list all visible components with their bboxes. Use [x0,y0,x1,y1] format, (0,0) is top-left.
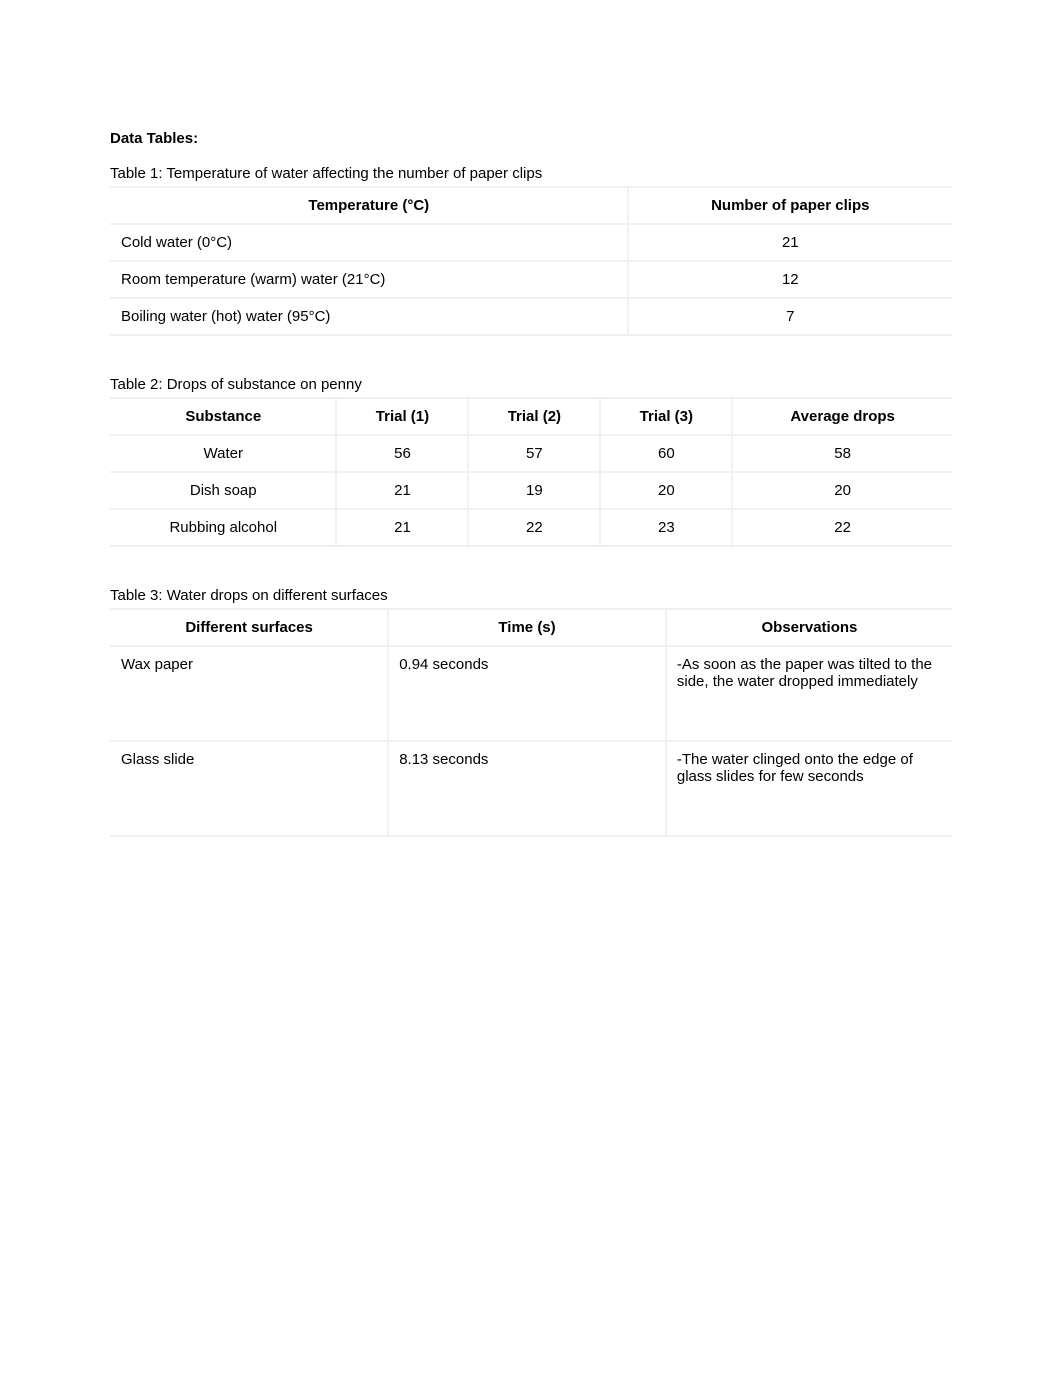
table-row: Rubbing alcohol 21 22 23 22 [111,509,953,546]
table3-cell-observation: -The water clinged onto the edge of glas… [666,741,952,836]
table2-cell: Rubbing alcohol [111,509,337,546]
table2-caption: Table 2: Drops of substance on penny [110,376,952,393]
table2-header-row: Substance Trial (1) Trial (2) Trial (3) … [111,398,953,435]
table1-header-temperature: Temperature (°C) [111,187,628,224]
table2-header-trial1: Trial (1) [336,398,468,435]
table3-header-time: Time (s) [388,609,666,646]
table1-header-row: Temperature (°C) Number of paper clips [111,187,953,224]
table-row: Glass slide 8.13 seconds -The water clin… [111,741,953,836]
table1-cell-label: Cold water (0°C) [111,224,628,261]
table2-cell: 22 [468,509,600,546]
table-row: Cold water (0°C) 21 [111,224,953,261]
table2-cell: Water [111,435,337,472]
table1: Temperature (°C) Number of paper clips C… [110,186,952,336]
table2-header-average: Average drops [732,398,952,435]
table2: Substance Trial (1) Trial (2) Trial (3) … [110,397,952,547]
table2-cell: 19 [468,472,600,509]
table3-cell-surface: Wax paper [111,646,389,741]
table1-caption: Table 1: Temperature of water affecting … [110,165,952,182]
table3-cell-surface: Glass slide [111,741,389,836]
table2-cell: 56 [336,435,468,472]
table3-header-surfaces: Different surfaces [111,609,389,646]
table2-header-substance: Substance [111,398,337,435]
table-row: Water 56 57 60 58 [111,435,953,472]
table2-cell: 20 [732,472,952,509]
table1-cell-value: 7 [628,298,952,335]
table2-cell: 57 [468,435,600,472]
table-row: Boiling water (hot) water (95°C) 7 [111,298,953,335]
table1-cell-label: Room temperature (warm) water (21°C) [111,261,628,298]
table1-cell-value: 21 [628,224,952,261]
table3-cell-observation: -As soon as the paper was tilted to the … [666,646,952,741]
table2-header-trial2: Trial (2) [468,398,600,435]
table2-cell: 23 [600,509,732,546]
table2-header-trial3: Trial (3) [600,398,732,435]
table2-cell: 58 [732,435,952,472]
table3-header-row: Different surfaces Time (s) Observations [111,609,953,646]
table3: Different surfaces Time (s) Observations… [110,608,952,837]
table-row: Wax paper 0.94 seconds -As soon as the p… [111,646,953,741]
table-row: Room temperature (warm) water (21°C) 12 [111,261,953,298]
table2-cell: 21 [336,472,468,509]
table3-header-observations: Observations [666,609,952,646]
table-row: Dish soap 21 19 20 20 [111,472,953,509]
section-title: Data Tables: [110,130,952,147]
table1-header-clips: Number of paper clips [628,187,952,224]
table3-cell-time: 0.94 seconds [388,646,666,741]
table2-cell: 22 [732,509,952,546]
table1-cell-value: 12 [628,261,952,298]
table3-caption: Table 3: Water drops on different surfac… [110,587,952,604]
table2-cell: 21 [336,509,468,546]
table2-cell: 60 [600,435,732,472]
table1-cell-label: Boiling water (hot) water (95°C) [111,298,628,335]
table2-cell: Dish soap [111,472,337,509]
table2-cell: 20 [600,472,732,509]
table3-cell-time: 8.13 seconds [388,741,666,836]
